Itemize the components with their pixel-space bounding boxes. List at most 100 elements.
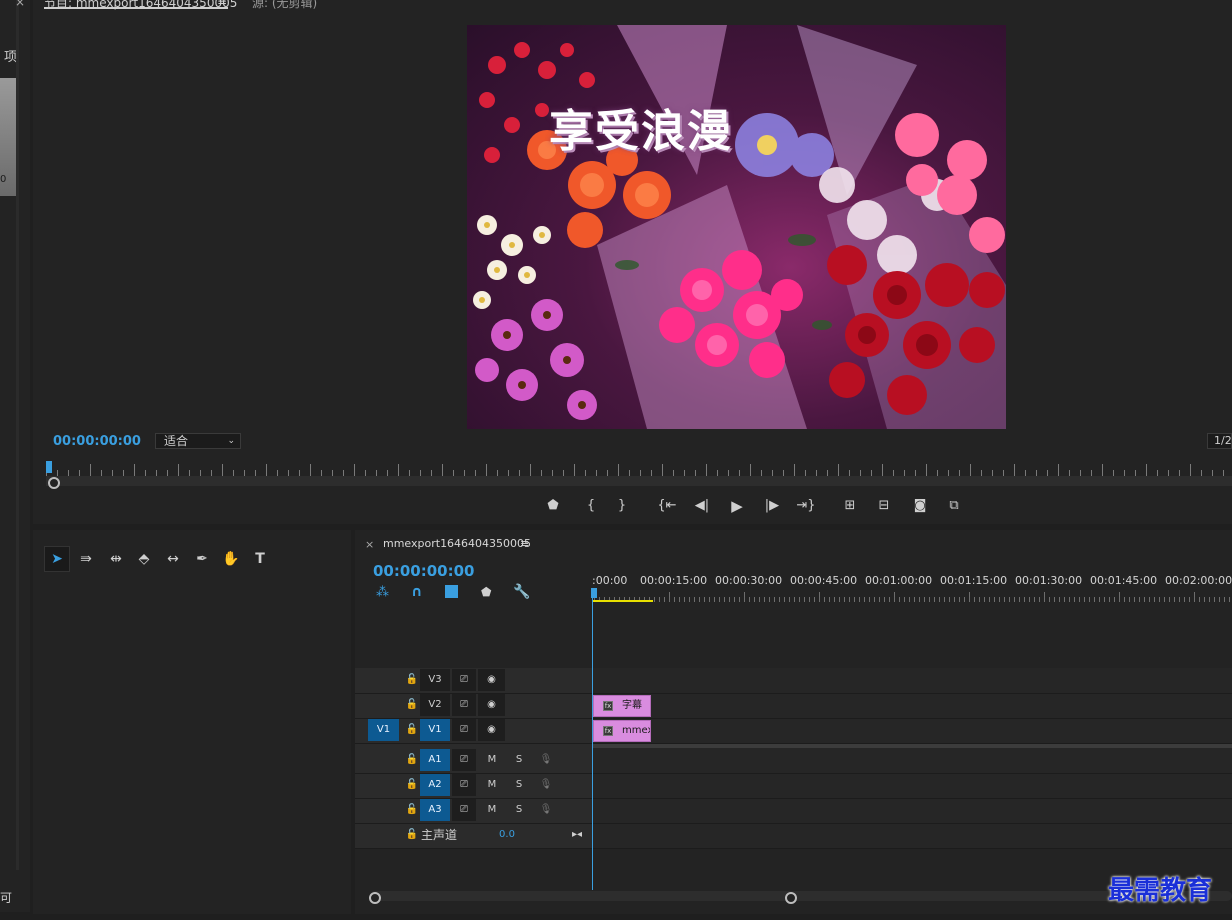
microphone-icon[interactable]: 🎙 [538,774,554,796]
compare-icon[interactable]: ⧉ [944,497,964,515]
ruler-label: :00:00 [592,574,628,587]
step-forward-icon[interactable]: |▶ [762,497,782,515]
solo-button[interactable]: S [510,774,528,796]
timeline-close-icon[interactable]: × [365,538,374,551]
eye-icon[interactable]: ◉ [478,669,505,691]
ruler-label: 00:01:30:00 [1015,574,1083,587]
type-icon[interactable]: T [248,548,272,570]
track-label-v1[interactable]: V1 [420,719,450,741]
track-label-a1[interactable]: A1 [420,749,450,771]
eye-icon[interactable]: ◉ [478,719,505,741]
watermark-logo: 最需教育 [1108,876,1213,906]
resolution-dropdown[interactable]: 1/2 [1207,433,1232,449]
solo-button[interactable]: S [510,749,528,771]
lock-icon[interactable]: 🔓 [405,824,419,846]
solo-button[interactable]: S [510,799,528,821]
selection-icon[interactable]: ➤ [45,548,69,570]
eye-icon[interactable]: ◉ [478,694,505,716]
sync-lock-icon[interactable]: ⎚ [452,799,476,821]
play-icon[interactable]: ▶ [727,497,747,515]
ruler-label: 00:02:00:00 [1165,574,1232,587]
lock-icon[interactable]: 🔓 [405,669,419,691]
sequence-menu-icon[interactable]: ≡ [520,537,529,550]
chevron-down-icon: ⌄ [227,436,235,446]
sync-lock-icon[interactable]: ⎚ [452,719,476,741]
mark-in-icon[interactable]: { [581,497,601,515]
ruler-label: 00:00:30:00 [715,574,783,587]
program-playhead[interactable] [46,461,52,473]
program-timecode[interactable]: 00:00:00:00 [53,434,141,449]
fx-badge: fx [603,701,613,711]
track-select-icon[interactable]: ⇛ [74,548,98,570]
track-row-v2: 🔓 V2 ⎚ ◉ [355,694,1232,719]
timeline-horizontal-scrollbar[interactable] [370,891,1232,901]
lock-icon[interactable]: 🔓 [405,749,419,771]
mute-button[interactable]: M [483,799,501,821]
linked-selection-icon[interactable] [445,585,458,598]
scrollbar-right-handle[interactable] [785,892,797,904]
nest-icon[interactable]: ⁂ [376,585,389,600]
sync-lock-icon[interactable]: ⎚ [452,669,476,691]
tab-program[interactable]: 节目: mmexport1646404350005 [44,0,237,11]
microphone-icon[interactable]: 🎙 [538,749,554,771]
sync-lock-icon[interactable]: ⎚ [452,694,476,716]
extract-icon[interactable]: ⊟ [874,497,894,515]
track-row-a1: 🔓 A1 ⎚ M S 🎙 [355,749,1232,774]
add-marker-icon[interactable]: ⬟ [481,585,491,599]
sync-lock-icon[interactable]: ⎚ [452,749,476,771]
camera-icon[interactable]: ◙ [910,497,930,515]
clip-caption[interactable]: fx 字幕 [593,695,651,717]
program-time-ruler[interactable] [46,462,1232,476]
lift-icon[interactable]: ⊞ [840,497,860,515]
track-label-v2[interactable]: V2 [420,694,450,716]
slip-icon[interactable]: ↔ [161,548,185,570]
left-scrollbar[interactable] [16,0,19,870]
timeline-ruler-ticks [594,592,1230,602]
fx-badge: fx [603,726,613,736]
panel-close-icon[interactable]: × [15,0,25,9]
go-to-end-icon[interactable]: ▸◂ [569,824,585,846]
zoom-bar-handle[interactable] [48,477,60,489]
program-preview[interactable]: 享受浪漫 [467,25,1006,429]
source-patch-v1[interactable]: V1 [368,719,399,741]
clip-video[interactable]: fx mmex [593,720,651,742]
sync-lock-icon[interactable]: ⎚ [452,774,476,796]
track-label-a3[interactable]: A3 [420,799,450,821]
pen-icon[interactable]: ✒ [190,548,214,570]
scrollbar-left-handle[interactable] [369,892,381,904]
program-zoom-bar[interactable] [46,476,1232,486]
go-to-in-icon[interactable]: {⇤ [657,497,677,515]
snap-icon[interactable]: ∩ [411,584,422,600]
project-bottom-label: 可 [0,891,13,905]
wrench-icon[interactable]: 🔧 [513,584,530,600]
hand-icon[interactable]: ✋ [219,548,243,570]
track-label-v3[interactable]: V3 [420,669,450,691]
microphone-icon[interactable]: 🎙 [538,799,554,821]
timeline-timecode[interactable]: 00:00:00:00 [373,562,475,580]
active-tab-underline [44,7,228,9]
go-to-out-icon[interactable]: ⇥} [796,497,816,515]
track-label-a2[interactable]: A2 [420,774,450,796]
master-volume-value[interactable]: 0.0 [495,824,519,846]
timeline-playhead[interactable] [592,590,593,890]
mute-button[interactable]: M [483,774,501,796]
work-area-bar[interactable] [593,600,653,602]
playhead-handle[interactable] [591,588,597,598]
tab-source[interactable]: 源: (无剪辑) [252,0,317,11]
fit-dropdown[interactable]: 适合 ⌄ [155,433,241,449]
lock-icon[interactable]: 🔓 [405,799,419,821]
clip-label: 字幕 [622,700,642,711]
mark-out-icon[interactable]: } [612,497,632,515]
ripple-edit-icon[interactable]: ⇹ [104,548,128,570]
tab-sequence[interactable]: mmexport1646404350005 [383,537,531,550]
track-row-master: 🔓 主声道 0.0 ▸◂ [355,824,1232,849]
razor-icon[interactable]: ⬘ [132,548,156,570]
marker-icon[interactable]: ⬟ [543,497,563,515]
thumbnail-value: 0 [0,174,7,185]
step-back-icon[interactable]: ◀| [692,497,712,515]
lock-icon[interactable]: 🔓 [405,719,419,741]
video-audio-divider[interactable] [592,744,1232,748]
lock-icon[interactable]: 🔓 [405,694,419,716]
lock-icon[interactable]: 🔓 [405,774,419,796]
mute-button[interactable]: M [483,749,501,771]
